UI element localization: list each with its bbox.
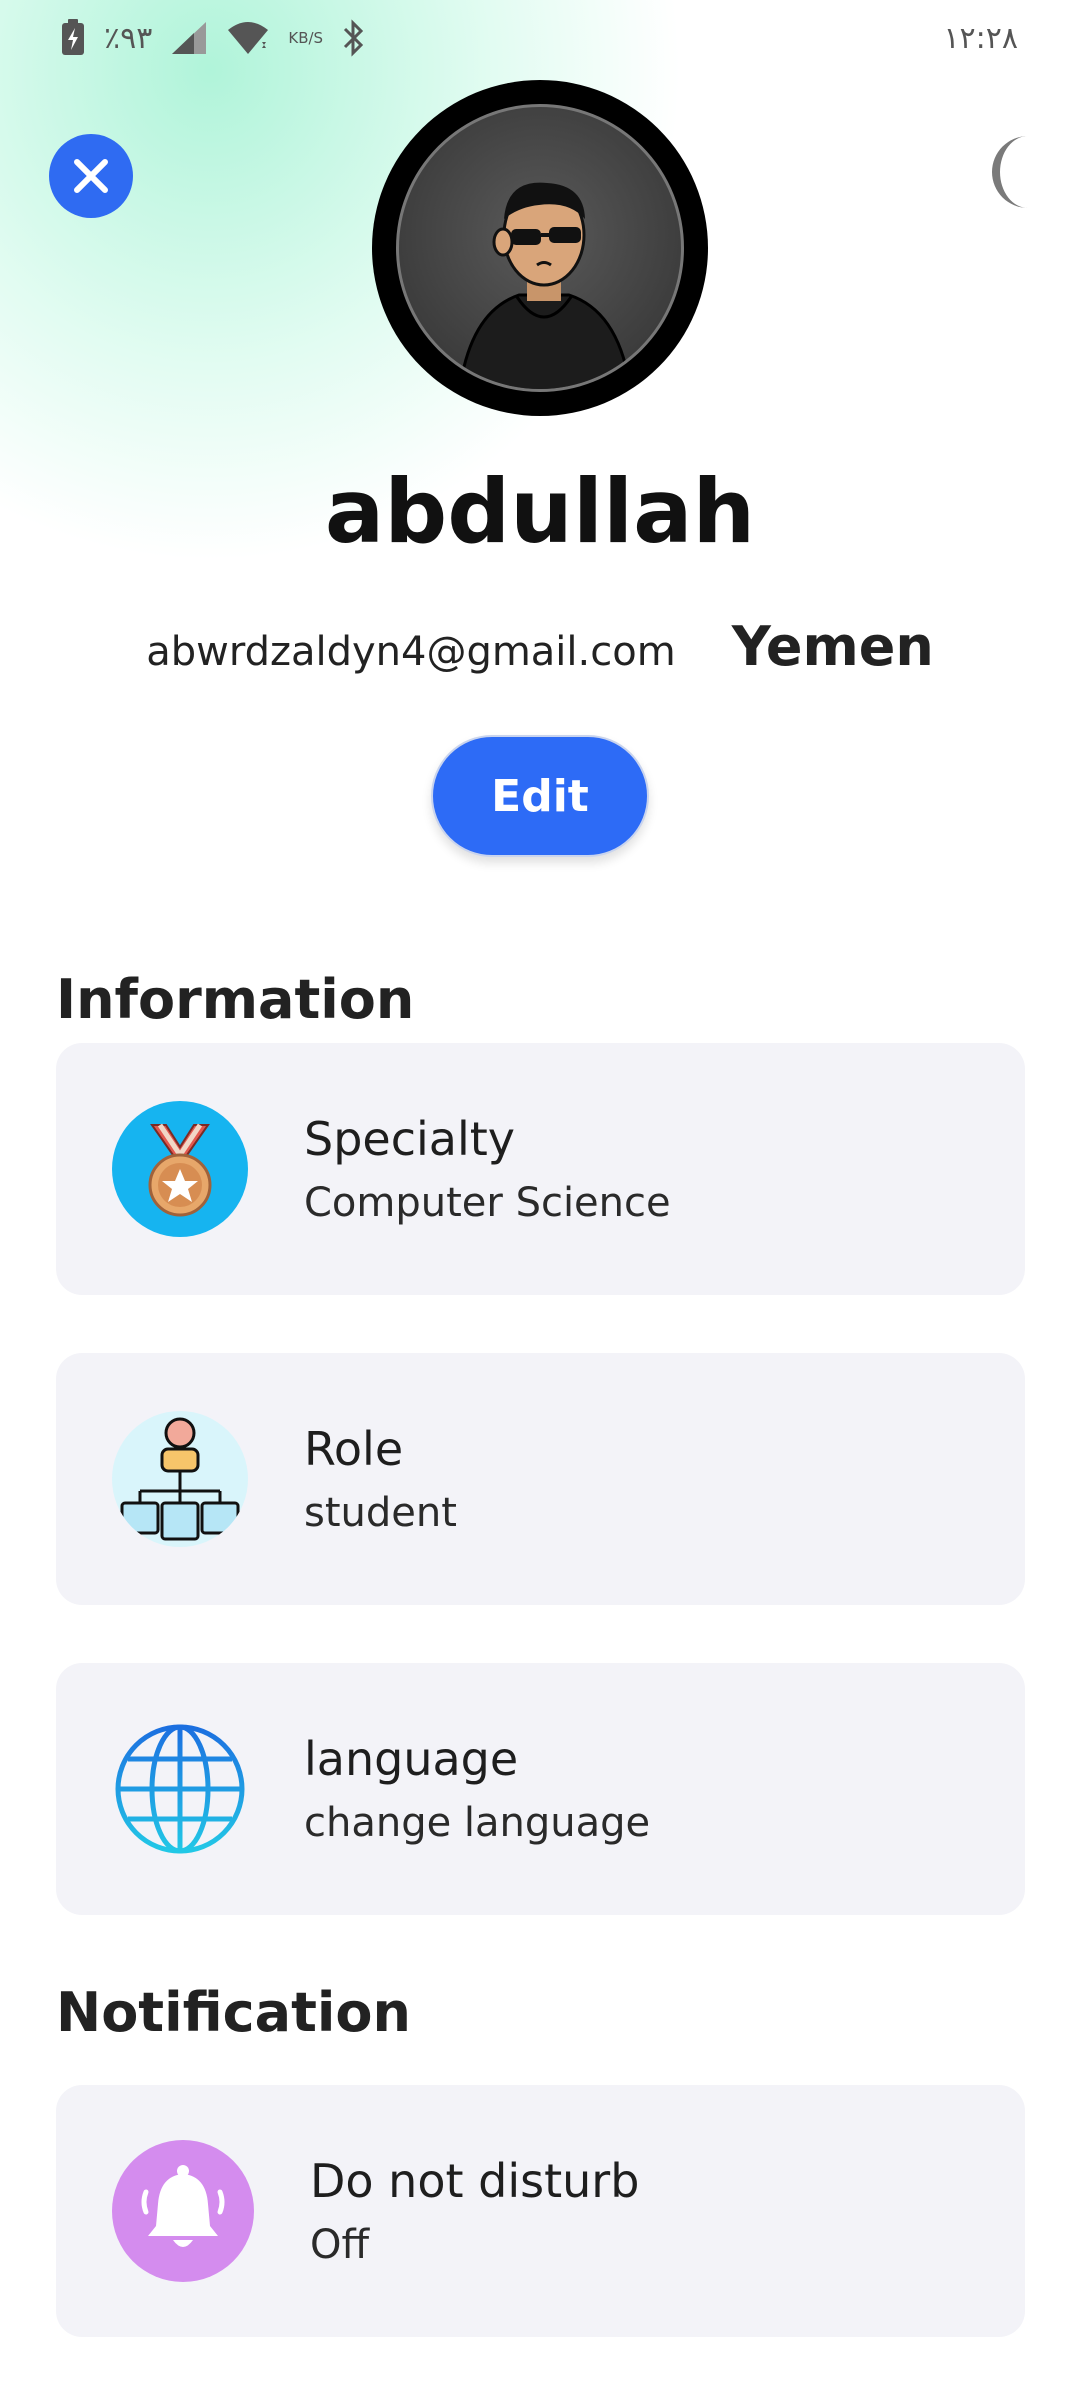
- notification-card-dnd[interactable]: Do not disturb Off: [56, 2085, 1025, 2337]
- bell-icon: [112, 2140, 254, 2282]
- close-button[interactable]: [49, 134, 133, 218]
- close-icon: [74, 159, 108, 193]
- wifi-icon: [228, 22, 269, 54]
- information-section-title: Information: [56, 968, 415, 1031]
- clock: ١٢:٢٨: [943, 20, 1018, 56]
- info-card-language[interactable]: language change language: [56, 1663, 1025, 1915]
- medal-icon: [112, 1101, 248, 1237]
- network-speed-unit: KB/S: [288, 29, 324, 47]
- globe-icon: [112, 1721, 248, 1857]
- role-value: student: [304, 1490, 457, 1536]
- signal-icon: [172, 22, 207, 54]
- dnd-title: Do not disturb: [310, 2154, 640, 2208]
- info-card-role[interactable]: Role student: [56, 1353, 1025, 1605]
- status-bar: ٪٩٣ KB/S ١٢:٢٨: [0, 0, 1080, 76]
- org-chart-icon: [112, 1411, 248, 1547]
- language-title: language: [304, 1732, 519, 1786]
- role-title: Role: [304, 1422, 404, 1476]
- profile-screen: ٪٩٣ KB/S ١٢:٢٨ abdullah abwrdzaldyn4@gma…: [0, 0, 1080, 2400]
- notification-section-title: Notification: [56, 1981, 411, 2044]
- profile-name: abdullah: [324, 460, 756, 563]
- avatar-image: [396, 104, 684, 392]
- edit-profile-button[interactable]: Edit: [431, 735, 649, 857]
- dnd-value: Off: [310, 2222, 370, 2268]
- moon-icon: [992, 136, 1028, 208]
- profile-email: abwrdzaldyn4@gmail.com: [146, 629, 676, 675]
- language-value: change language: [304, 1800, 651, 1846]
- bluetooth-icon: [344, 19, 364, 57]
- profile-country: Yemen: [731, 615, 934, 678]
- specialty-title: Specialty: [304, 1112, 515, 1166]
- theme-toggle-button[interactable]: [980, 132, 1050, 212]
- status-left: ٪٩٣ KB/S: [60, 19, 367, 57]
- battery-percent: ٪٩٣: [104, 20, 153, 56]
- avatar[interactable]: [372, 80, 708, 416]
- profile-details: abwrdzaldyn4@gmail.com Yemen: [0, 615, 1080, 678]
- battery-charging-icon: [62, 19, 84, 55]
- specialty-value: Computer Science: [304, 1180, 671, 1226]
- avatar-illustration: [458, 182, 632, 389]
- info-card-specialty[interactable]: Specialty Computer Science: [56, 1043, 1025, 1295]
